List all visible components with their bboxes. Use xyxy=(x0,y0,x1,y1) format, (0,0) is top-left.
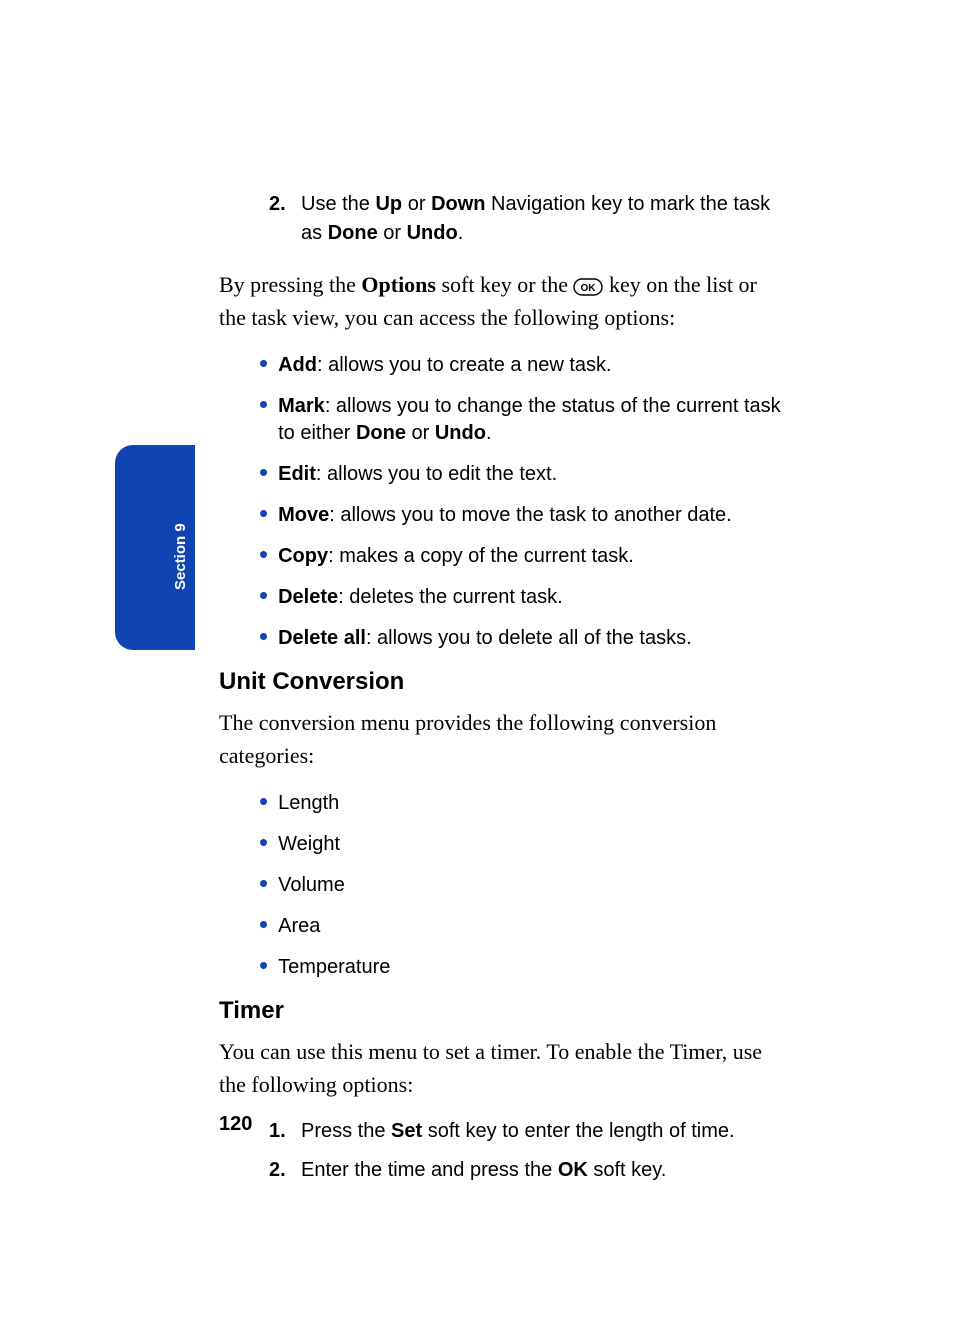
bullet-dot-icon: • xyxy=(259,502,268,524)
bullet-add: • Add: allows you to create a new task. xyxy=(259,352,789,379)
bullet-mark: • Mark: allows you to change the status … xyxy=(259,393,789,447)
section-tab-label: Section 9 xyxy=(172,523,189,590)
step-number: 1. xyxy=(269,1117,301,1146)
step-number: 2. xyxy=(269,1156,301,1185)
bullet-delete: • Delete: deletes the current task. xyxy=(259,584,789,611)
page-number: 120 xyxy=(219,1113,252,1136)
step-number: 2. xyxy=(269,190,301,219)
section-tab: Section 9 xyxy=(115,445,195,650)
bullet-area: •Area xyxy=(259,913,789,940)
bullet-copy: • Copy: makes a copy of the current task… xyxy=(259,543,789,570)
bullet-dot-icon: • xyxy=(259,954,268,976)
page-content: 2. Use the Up or Down Navigation key to … xyxy=(219,190,789,1195)
step-text: Use the Up or Down Navigation key to mar… xyxy=(301,190,789,248)
bullet-dot-icon: • xyxy=(259,352,268,374)
bullet-dot-icon: • xyxy=(259,625,268,647)
svg-text:OK: OK xyxy=(581,283,597,294)
task-steps-top: 2. Use the Up or Down Navigation key to … xyxy=(269,190,789,248)
options-bullets: • Add: allows you to create a new task. … xyxy=(259,352,789,652)
timer-paragraph: You can use this menu to set a timer. To… xyxy=(219,1035,789,1101)
step-2: 2. Use the Up or Down Navigation key to … xyxy=(269,190,789,248)
bullet-dot-icon: • xyxy=(259,461,268,483)
bullet-dot-icon: • xyxy=(259,584,268,606)
bullet-dot-icon: • xyxy=(259,913,268,935)
bullet-dot-icon: • xyxy=(259,831,268,853)
timer-steps: 1. Press the Set soft key to enter the l… xyxy=(269,1117,789,1185)
bullet-dot-icon: • xyxy=(259,790,268,812)
unit-bullets: •Length •Weight •Volume •Area •Temperatu… xyxy=(259,790,789,981)
options-paragraph: By pressing the Options soft key or the … xyxy=(219,268,789,334)
bullet-move: • Move: allows you to move the task to a… xyxy=(259,502,789,529)
bullet-length: •Length xyxy=(259,790,789,817)
bullet-weight: •Weight xyxy=(259,831,789,858)
bullet-dot-icon: • xyxy=(259,543,268,565)
timer-step-1: 1. Press the Set soft key to enter the l… xyxy=(269,1117,789,1146)
timer-step-2: 2. Enter the time and press the OK soft … xyxy=(269,1156,789,1185)
bullet-volume: •Volume xyxy=(259,872,789,899)
ok-key-icon: OK xyxy=(573,278,603,296)
heading-unit-conversion: Unit Conversion xyxy=(219,668,789,696)
unit-paragraph: The conversion menu provides the followi… xyxy=(219,706,789,772)
bullet-temperature: •Temperature xyxy=(259,954,789,981)
bullet-dot-icon: • xyxy=(259,393,268,415)
heading-timer: Timer xyxy=(219,997,789,1025)
step-text: Enter the time and press the OK soft key… xyxy=(301,1156,666,1185)
bullet-delete-all: • Delete all: allows you to delete all o… xyxy=(259,625,789,652)
bullet-dot-icon: • xyxy=(259,872,268,894)
step-text: Press the Set soft key to enter the leng… xyxy=(301,1117,735,1146)
bullet-edit: • Edit: allows you to edit the text. xyxy=(259,461,789,488)
